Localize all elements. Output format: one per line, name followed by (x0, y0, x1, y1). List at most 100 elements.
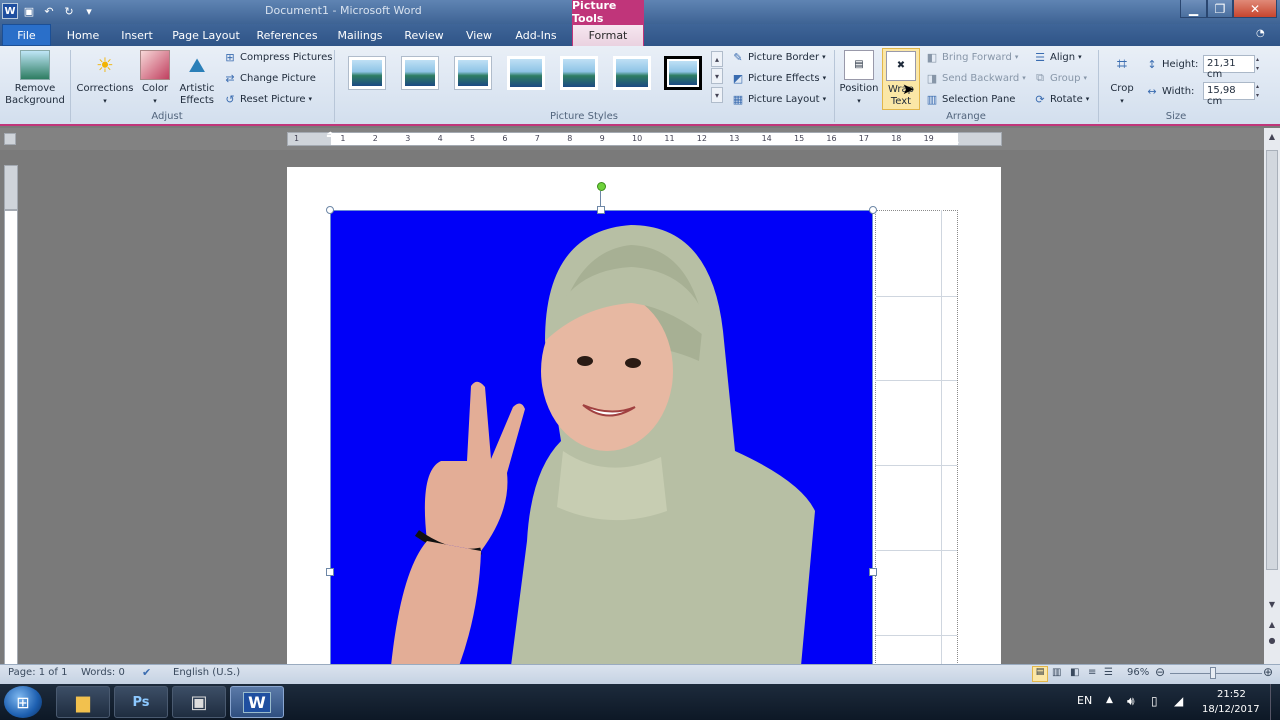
clock-date[interactable]: 18/12/2017 (1202, 704, 1260, 715)
zoom-slider[interactable] (1170, 673, 1262, 674)
previous-page-icon[interactable]: ▲ (1266, 620, 1278, 634)
compress-pictures-button[interactable]: ⊞ Compress Pictures (223, 48, 332, 66)
tab-home[interactable]: Home (60, 24, 106, 46)
input-language[interactable]: EN (1077, 694, 1092, 707)
resize-handle-top[interactable] (597, 206, 605, 214)
align-button[interactable]: ☰ Align ▾ (1033, 48, 1082, 66)
web-layout-icon[interactable]: ◧ (1070, 667, 1079, 678)
clock-time[interactable]: 21:52 (1217, 689, 1246, 700)
resize-handle-top-right[interactable] (869, 206, 877, 214)
help-icon[interactable]: ◔ (1256, 28, 1270, 42)
color-button[interactable]: Color ▾ (138, 50, 172, 107)
taskbar-media[interactable]: ▣ (172, 686, 226, 718)
bring-forward-button[interactable]: ◧ Bring Forward ▾ (925, 48, 1019, 66)
height-input[interactable]: 21,31 cm (1203, 55, 1255, 80)
tab-selector[interactable] (4, 133, 16, 145)
draft-view-icon[interactable]: ☰ (1104, 667, 1113, 678)
proofing-icon[interactable]: ✔ (142, 666, 151, 679)
undo-icon[interactable]: ↶ (40, 2, 58, 20)
word-icon[interactable]: W (2, 3, 18, 19)
tab-add-ins[interactable]: Add-Ins (510, 24, 562, 46)
change-picture-button[interactable]: ⇄ Change Picture (223, 69, 315, 87)
taskbar-explorer[interactable]: ▆ (56, 686, 110, 718)
gallery-scroll-up[interactable]: ▴ (711, 51, 723, 67)
document-table[interactable] (875, 210, 958, 665)
show-hidden-icons-icon[interactable]: ▲ (1106, 695, 1113, 705)
width-input[interactable]: 15,98 cm (1203, 82, 1255, 107)
language-indicator[interactable]: English (U.S.) (173, 667, 240, 678)
taskbar-word[interactable]: W (230, 686, 284, 718)
tab-references[interactable]: References (254, 24, 320, 46)
tab-insert[interactable]: Insert (114, 24, 160, 46)
network-icon[interactable]: ◢ (1174, 694, 1183, 708)
gallery-scroll-down[interactable]: ▾ (711, 68, 723, 84)
group-label-adjust: Adjust (151, 111, 183, 122)
picture-style-5[interactable] (560, 56, 598, 90)
zoom-slider-thumb[interactable] (1210, 667, 1216, 679)
picture-style-7[interactable] (664, 56, 702, 90)
picture-style-2[interactable] (401, 56, 439, 90)
group-label-picture-styles: Picture Styles (550, 111, 618, 122)
reset-picture-button[interactable]: ↺ Reset Picture ▾ (223, 90, 312, 108)
remove-background-button[interactable]: Remove Background (4, 50, 66, 107)
redo-icon[interactable]: ↻ (60, 2, 78, 20)
battery-icon[interactable]: ▯ (1151, 694, 1158, 708)
start-button[interactable]: ⊞ (4, 686, 42, 718)
crop-button[interactable]: ⌗ Crop ▾ (1104, 50, 1140, 107)
scroll-down-icon[interactable]: ▼ (1266, 600, 1278, 614)
outline-view-icon[interactable]: ≡ (1088, 667, 1096, 678)
horizontal-ruler[interactable]: 1 1 2 3 4 5 6 7 8 9 10 11 12 13 14 15 16 17 18 19 (287, 132, 1002, 146)
zoom-level[interactable]: 96% (1127, 667, 1149, 678)
artistic-effects-button[interactable]: ⛰ Artistic Effects (174, 50, 220, 107)
zoom-in-icon[interactable]: ⊕ (1263, 665, 1273, 679)
corrections-button[interactable]: ☀ Corrections ▾ (76, 50, 134, 107)
volume-icon[interactable]: 🔊︎ (1127, 694, 1135, 709)
tab-review[interactable]: Review (400, 24, 448, 46)
resize-handle-right[interactable] (869, 568, 877, 576)
taskbar-photoshop[interactable]: Ps (114, 686, 168, 718)
right-indent-marker-icon[interactable]: ▲ (952, 135, 959, 145)
picture-layout-button[interactable]: ▦ Picture Layout ▾ (731, 90, 826, 108)
tab-format[interactable]: Format (572, 24, 644, 46)
picture-border-button[interactable]: ✎ Picture Border ▾ (731, 48, 825, 66)
height-spinner[interactable]: ▴ ▾ (1256, 55, 1266, 73)
tab-view[interactable]: View (460, 24, 498, 46)
zoom-out-icon[interactable]: ⊖ (1155, 665, 1165, 679)
picture-style-6[interactable] (613, 56, 651, 90)
resize-handle-top-left[interactable] (326, 206, 334, 214)
vertical-ruler[interactable] (4, 210, 18, 665)
word-count[interactable]: Words: 0 (81, 667, 125, 678)
browse-object-icon[interactable]: ● (1266, 636, 1278, 650)
tab-mailings[interactable]: Mailings (332, 24, 388, 46)
page-count[interactable]: Page: 1 of 1 (8, 667, 67, 678)
width-spinner[interactable]: ▴ ▾ (1256, 82, 1266, 100)
picture-style-1[interactable] (348, 56, 386, 90)
indent-marker-icon[interactable]: ⏏ (326, 130, 335, 140)
save-icon[interactable]: ▣ (20, 2, 38, 20)
full-screen-reading-icon[interactable]: ▥ (1052, 667, 1061, 678)
print-layout-view-icon[interactable]: ▤ (1032, 666, 1048, 682)
tab-file[interactable]: File (2, 24, 51, 46)
picture-effects-button[interactable]: ◩ Picture Effects ▾ (731, 69, 826, 87)
maximize-icon[interactable]: ❐ (1207, 0, 1233, 18)
selected-picture[interactable] (330, 210, 873, 665)
resize-handle-left[interactable] (326, 568, 334, 576)
ruler-number: 4 (437, 134, 443, 143)
picture-style-3[interactable] (454, 56, 492, 90)
picture-style-4[interactable] (507, 56, 545, 90)
show-desktop-button[interactable] (1270, 684, 1280, 720)
scrollbar-thumb[interactable] (1266, 150, 1278, 570)
gallery-more[interactable]: ▾ (711, 87, 723, 103)
close-icon[interactable]: ✕ (1233, 0, 1277, 18)
wrap-text-button[interactable]: ✖ Wrap Text (882, 48, 920, 110)
rotate-handle[interactable] (597, 182, 606, 191)
send-backward-button[interactable]: ◨ Send Backward ▾ (925, 69, 1026, 87)
group-button[interactable]: ⧉ Group ▾ (1033, 69, 1087, 87)
selection-pane-button[interactable]: ▥ Selection Pane (925, 90, 1016, 108)
minimize-icon[interactable]: ▁ (1180, 0, 1207, 18)
tab-page-layout[interactable]: Page Layout (170, 24, 242, 46)
rotate-button[interactable]: ⟳ Rotate ▾ (1033, 90, 1089, 108)
customize-icon[interactable]: ▾ (80, 2, 98, 20)
position-button[interactable]: ▤ Position ▾ (838, 50, 880, 107)
scroll-up-icon[interactable]: ▲ (1266, 132, 1278, 146)
